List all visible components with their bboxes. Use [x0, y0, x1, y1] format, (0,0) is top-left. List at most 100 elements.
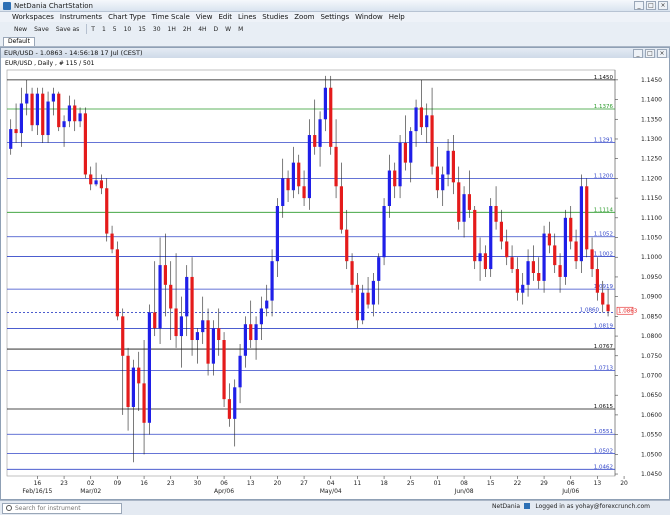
- menu-workspaces[interactable]: Workspaces: [12, 13, 54, 21]
- candle-down[interactable]: [57, 93, 61, 128]
- candle-up[interactable]: [291, 162, 295, 191]
- menu-edit[interactable]: Edit: [218, 13, 232, 21]
- candle-down[interactable]: [121, 316, 125, 356]
- candle-down[interactable]: [595, 269, 599, 293]
- candle-up[interactable]: [377, 257, 381, 281]
- candle-down[interactable]: [190, 276, 194, 341]
- timescale-5[interactable]: 5: [113, 26, 117, 33]
- menu-view[interactable]: View: [196, 13, 213, 21]
- candle-up[interactable]: [489, 205, 493, 270]
- candle-down[interactable]: [227, 399, 231, 419]
- menu-settings[interactable]: Settings: [320, 13, 349, 21]
- candle-up[interactable]: [179, 316, 183, 337]
- timescale-2h[interactable]: 2H: [183, 26, 191, 33]
- candle-up[interactable]: [265, 300, 269, 309]
- candle-down[interactable]: [286, 178, 290, 191]
- candle-down[interactable]: [302, 186, 306, 199]
- candle-up[interactable]: [158, 265, 162, 329]
- chart-minimize-icon[interactable]: _: [633, 49, 643, 58]
- candle-down[interactable]: [217, 328, 221, 341]
- candle-down[interactable]: [585, 186, 589, 250]
- candle-up[interactable]: [371, 280, 375, 305]
- candle-up[interactable]: [270, 261, 274, 301]
- timescale-1h[interactable]: 1H: [168, 26, 176, 33]
- menu-time-scale[interactable]: Time Scale: [152, 13, 190, 21]
- timescale-1[interactable]: 1: [102, 26, 106, 33]
- candle-down[interactable]: [601, 292, 605, 305]
- candle-up[interactable]: [563, 217, 567, 277]
- candle-down[interactable]: [590, 249, 594, 270]
- candle-up[interactable]: [233, 387, 237, 419]
- candle-down[interactable]: [505, 241, 509, 258]
- candle-down[interactable]: [89, 174, 93, 185]
- candle-down[interactable]: [83, 113, 87, 175]
- candle-up[interactable]: [147, 312, 151, 423]
- candle-down[interactable]: [430, 115, 434, 167]
- timescale-10[interactable]: 10: [124, 26, 132, 33]
- candle-down[interactable]: [569, 217, 573, 242]
- candle-down[interactable]: [249, 324, 253, 341]
- candle-up[interactable]: [425, 115, 429, 128]
- candle-up[interactable]: [542, 233, 546, 281]
- candle-down[interactable]: [467, 194, 471, 210]
- new-button[interactable]: New: [14, 26, 27, 33]
- candle-up[interactable]: [281, 178, 285, 206]
- candle-up[interactable]: [318, 119, 322, 147]
- candle-down[interactable]: [110, 233, 114, 250]
- minimize-icon[interactable]: _: [634, 1, 644, 10]
- chart-maximize-icon[interactable]: □: [645, 49, 655, 58]
- candle-down[interactable]: [329, 87, 333, 147]
- candle-down[interactable]: [499, 221, 503, 242]
- candle-down[interactable]: [606, 304, 610, 312]
- candle-up[interactable]: [398, 142, 402, 187]
- candle-down[interactable]: [537, 273, 541, 281]
- candle-down[interactable]: [99, 180, 103, 189]
- candle-down[interactable]: [105, 188, 109, 234]
- candle-up[interactable]: [67, 105, 71, 122]
- menu-zoom[interactable]: Zoom: [294, 13, 314, 21]
- candle-up[interactable]: [254, 324, 258, 341]
- menu-window[interactable]: Window: [355, 13, 383, 21]
- candle-down[interactable]: [553, 245, 557, 266]
- timescale-m[interactable]: M: [238, 26, 243, 33]
- candle-down[interactable]: [334, 146, 338, 187]
- candle-down[interactable]: [345, 229, 349, 262]
- candle-down[interactable]: [169, 284, 173, 309]
- candle-down[interactable]: [73, 105, 77, 122]
- candle-down[interactable]: [30, 93, 34, 126]
- candle-down[interactable]: [366, 292, 370, 305]
- close-icon[interactable]: ×: [658, 1, 668, 10]
- candle-down[interactable]: [206, 320, 210, 364]
- save-button[interactable]: Save: [34, 26, 49, 33]
- menu-chart-type[interactable]: Chart Type: [108, 13, 146, 21]
- candle-down[interactable]: [174, 308, 178, 337]
- maximize-icon[interactable]: □: [646, 1, 656, 10]
- candle-up[interactable]: [46, 101, 50, 136]
- candle-up[interactable]: [409, 131, 413, 163]
- candle-down[interactable]: [547, 233, 551, 246]
- timescale-15[interactable]: 15: [138, 26, 146, 33]
- candle-up[interactable]: [25, 93, 29, 104]
- menu-lines[interactable]: Lines: [238, 13, 256, 21]
- candle-down[interactable]: [419, 107, 423, 128]
- candle-down[interactable]: [163, 265, 167, 285]
- candle-down[interactable]: [483, 253, 487, 270]
- candle-down[interactable]: [451, 150, 455, 183]
- candle-up[interactable]: [414, 107, 418, 132]
- candle-down[interactable]: [457, 182, 461, 222]
- candle-up[interactable]: [201, 320, 205, 333]
- candle-up[interactable]: [131, 367, 135, 408]
- timescale-30[interactable]: 30: [153, 26, 161, 33]
- candle-down[interactable]: [531, 261, 535, 273]
- candle-down[interactable]: [153, 312, 157, 329]
- candle-down[interactable]: [142, 383, 146, 423]
- candle-up[interactable]: [387, 170, 391, 206]
- candle-down[interactable]: [222, 340, 226, 400]
- candle-up[interactable]: [441, 174, 445, 191]
- candle-up[interactable]: [185, 276, 189, 317]
- candle-up[interactable]: [323, 87, 327, 120]
- candle-up[interactable]: [521, 284, 525, 293]
- candle-up[interactable]: [243, 324, 247, 356]
- candle-up[interactable]: [526, 261, 530, 285]
- candle-down[interactable]: [41, 93, 45, 136]
